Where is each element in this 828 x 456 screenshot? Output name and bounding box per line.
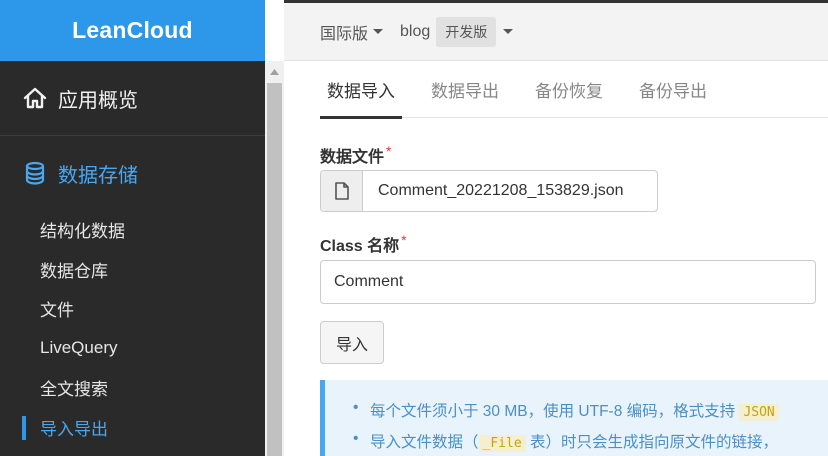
nav-app-overview[interactable]: 应用概览 [0, 61, 265, 136]
chevron-down-icon [373, 29, 384, 34]
topbar: 国际版 blog 开发版 [284, 0, 828, 61]
nav-app-overview-label: 应用概览 [58, 89, 138, 112]
sidebar-item-structured-data[interactable]: 结构化数据 [0, 210, 265, 250]
env-badge[interactable]: 开发版 [436, 16, 497, 47]
class-name-input[interactable] [320, 260, 816, 304]
format-code: JSON [739, 404, 779, 421]
notice-item: 每个文件须小于 30 MB，使用 UTF-8 编码，格式支持 JSON [353, 399, 828, 430]
tab-bar: 数据导入 数据导出 备份恢复 备份导出 [320, 61, 828, 119]
nav-data-storage-label: 数据存储 [58, 164, 138, 187]
tab-data-import[interactable]: 数据导入 [320, 61, 402, 119]
table-code: _File [478, 435, 526, 452]
region-selector[interactable]: 国际版 [320, 20, 384, 44]
logo[interactable]: LeanCloud [0, 0, 265, 61]
file-name: Comment_20221208_153829.json [378, 182, 624, 199]
class-field-label: Class 名称 * [320, 232, 407, 256]
sidebar-item-livequery[interactable]: LiveQuery [0, 329, 265, 369]
notice-item: 导入文件数据（_File 表）时只会生成指向原文件的链接， [353, 430, 828, 456]
database-icon [22, 160, 48, 186]
app-name[interactable]: blog [400, 23, 430, 41]
scroll-thumb[interactable] [267, 83, 282, 456]
chevron-down-icon[interactable] [503, 29, 514, 34]
sidebar-scrollbar[interactable] [265, 61, 284, 456]
notice-text: 表）时只会生成指向原文件的链接， [525, 434, 778, 451]
region-label: 国际版 [320, 25, 369, 43]
required-mark: * [401, 232, 407, 248]
home-icon [22, 85, 48, 111]
tab-data-export[interactable]: 数据导出 [424, 61, 506, 118]
notice-text: 每个文件须小于 30 MB，使用 UTF-8 编码，格式支持 [370, 403, 740, 420]
nav-data-storage[interactable]: 数据存储 [0, 136, 265, 210]
file-label-text: 数据文件 [320, 149, 385, 166]
sidebar: LeanCloud 应用概览 数据存储 结构化数据 数据仓库 文件 LiveQu… [0, 0, 265, 456]
class-label-text: Class 名称 [320, 238, 400, 255]
file-icon[interactable] [321, 171, 363, 211]
storage-subnav: 结构化数据 数据仓库 文件 LiveQuery 全文搜索 导入导出 [0, 210, 265, 447]
sidebar-item-files[interactable]: 文件 [0, 289, 265, 329]
file-field-label: 数据文件 * [320, 143, 391, 167]
sidebar-item-data-warehouse[interactable]: 数据仓库 [0, 250, 265, 290]
notice-text: 导入文件数据（ [370, 434, 479, 451]
required-mark: * [386, 143, 392, 159]
sidebar-item-import-export[interactable]: 导入导出 [0, 408, 265, 448]
tab-backup-export[interactable]: 备份导出 [632, 61, 714, 118]
scroll-up-arrow-icon[interactable] [265, 61, 284, 83]
import-button[interactable]: 导入 [320, 321, 384, 364]
tab-backup-restore[interactable]: 备份恢复 [528, 61, 610, 118]
file-picker[interactable]: Comment_20221208_153829.json [320, 170, 658, 212]
sidebar-item-fulltext-search[interactable]: 全文搜索 [0, 368, 265, 408]
info-notice: 每个文件须小于 30 MB，使用 UTF-8 编码，格式支持 JSON 导入文件… [320, 380, 828, 456]
